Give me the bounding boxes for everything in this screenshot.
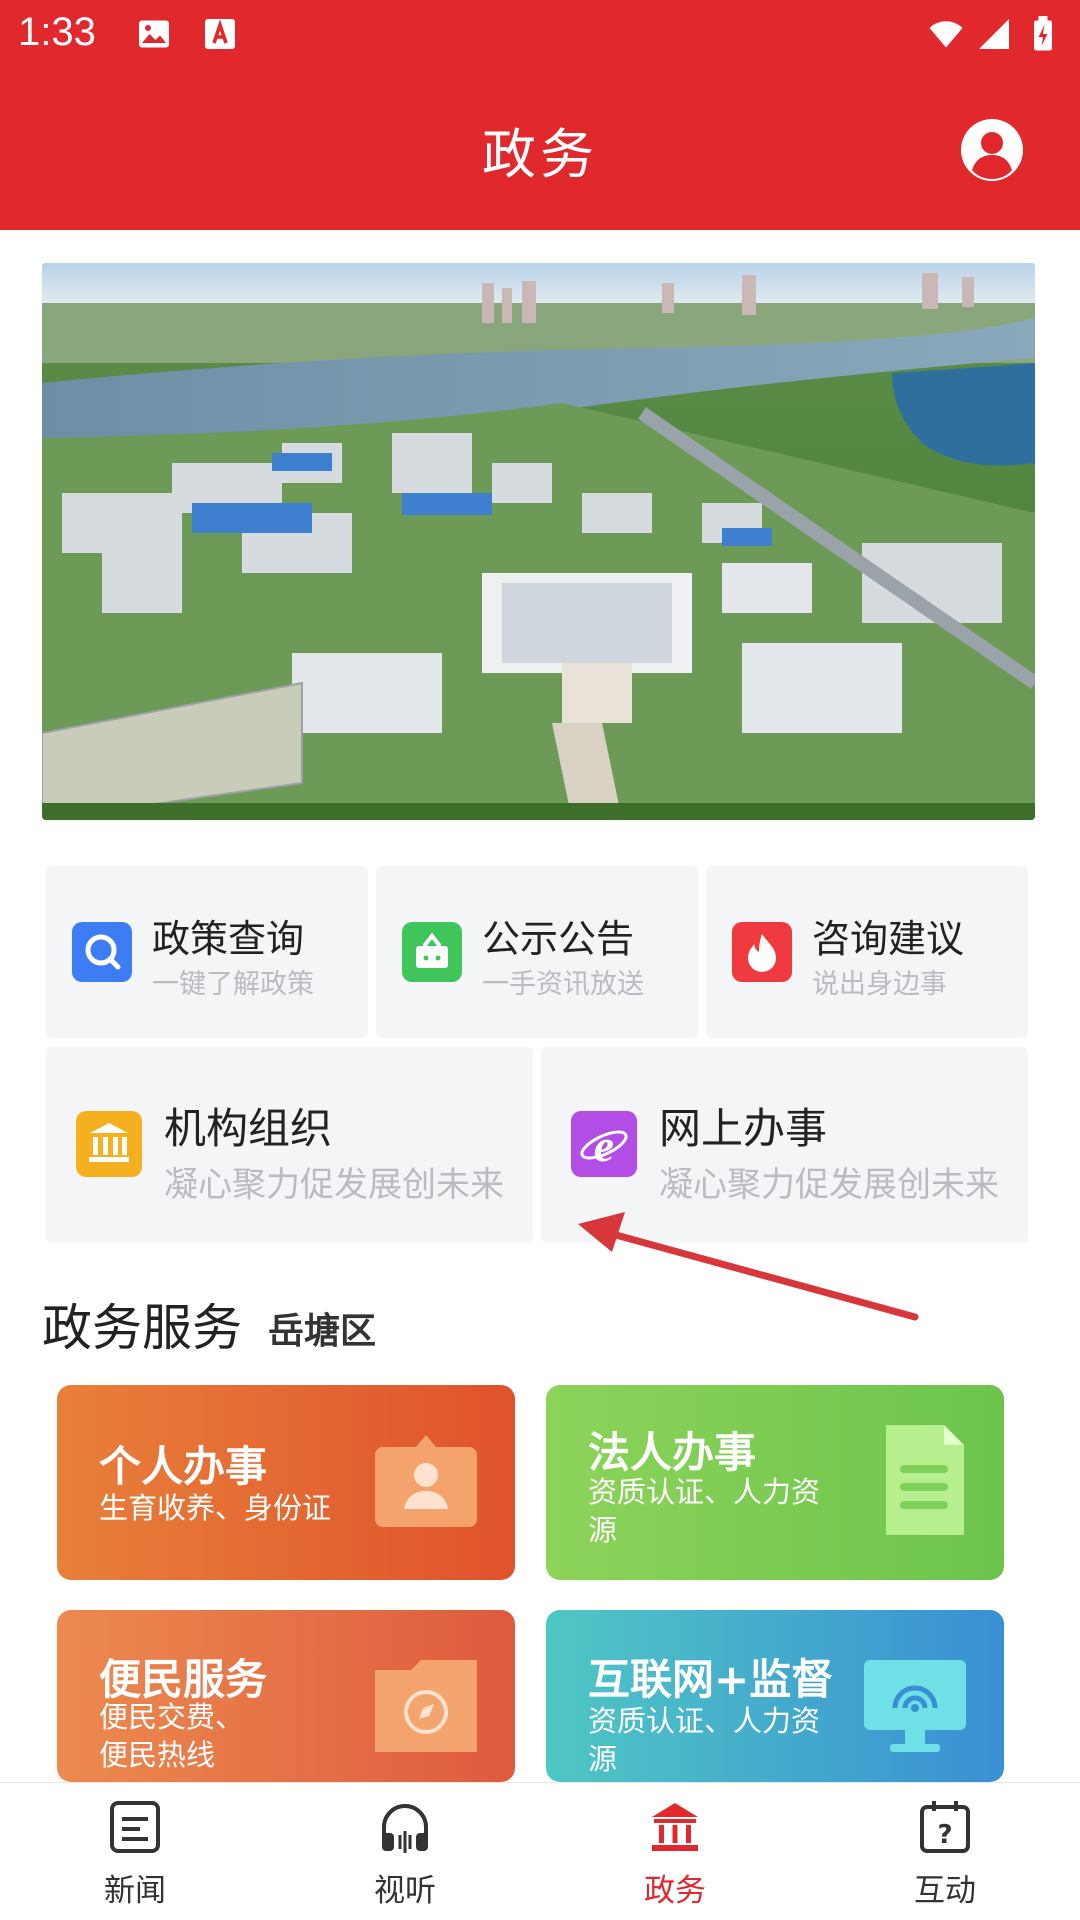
- tab-news[interactable]: 新闻: [35, 1783, 235, 1920]
- aerial-city-photo: [42, 263, 1035, 820]
- quick-link-institutions[interactable]: 机构组织 凝心聚力促发展创未来: [46, 1047, 533, 1243]
- quick-link-title: 政策查询: [152, 917, 305, 961]
- page-title: 政务: [482, 123, 598, 186]
- service-title: 个人办事: [99, 1442, 268, 1491]
- quick-link-subtitle: 一键了解政策: [152, 969, 314, 1000]
- profile-icon[interactable]: [960, 118, 1024, 182]
- quick-link-online-services[interactable]: e 网上办事 凝心聚力促发展创未来: [541, 1047, 1028, 1243]
- service-desc: 生育收养、身份证: [99, 1491, 332, 1525]
- section-title: 政务服务: [42, 1299, 242, 1357]
- document-icon: [886, 1425, 964, 1535]
- district-label[interactable]: 岳塘区: [268, 1302, 376, 1354]
- quick-link-subtitle: 说出身边事: [812, 969, 947, 1000]
- tab-media[interactable]: 视听: [305, 1783, 505, 1920]
- news-icon: [110, 1801, 160, 1853]
- svg-text:?: ?: [937, 1820, 952, 1850]
- status-bar: 1:33: [0, 0, 1080, 74]
- quick-link-policy[interactable]: 政策查询 一键了解政策: [46, 866, 368, 1038]
- calendar-question-icon: ?: [920, 1801, 970, 1853]
- institution-icon: [76, 1111, 142, 1177]
- tab-label: 视听: [374, 1873, 436, 1909]
- quick-link-subtitle: 一手资讯放送: [482, 969, 644, 1000]
- tab-label: 政务: [644, 1873, 706, 1909]
- quick-link-consult[interactable]: 咨询建议 说出身边事: [706, 866, 1028, 1038]
- search-icon: [72, 922, 132, 982]
- headphones-icon: [382, 1804, 428, 1853]
- quick-link-subtitle: 凝心聚力促发展创未来: [659, 1165, 999, 1205]
- image-notification-icon: [139, 20, 169, 48]
- service-card-supervision[interactable]: 互联网+监督 资质认证、人力资源: [546, 1610, 1004, 1782]
- quick-link-title: 网上办事: [659, 1104, 828, 1153]
- wifi-icon: [929, 21, 963, 48]
- flame-icon: [732, 922, 792, 982]
- tab-label: 新闻: [104, 1873, 166, 1909]
- service-card-personal[interactable]: 个人办事 生育收养、身份证: [57, 1385, 515, 1580]
- service-title: 法人办事: [588, 1428, 757, 1477]
- bottom-nav: 新闻 视听 政务 ? 互动: [0, 1782, 1080, 1920]
- signal-icon: [979, 19, 1009, 49]
- status-time: 1:33: [18, 10, 96, 54]
- service-desc: 资质认证、人力资源: [588, 1475, 821, 1547]
- government-icon: [652, 1803, 698, 1851]
- quick-link-announcement[interactable]: 公示公告 一手资讯放送: [376, 866, 698, 1038]
- tab-interaction[interactable]: ? 互动: [845, 1783, 1045, 1920]
- quick-link-title: 咨询建议: [812, 917, 965, 961]
- tab-government[interactable]: 政务: [575, 1783, 775, 1920]
- service-title: 互联网+监督: [588, 1655, 834, 1704]
- quick-link-title: 机构组织: [164, 1104, 333, 1153]
- folder-compass-icon: [375, 1660, 477, 1752]
- bag-icon: [402, 922, 462, 982]
- banner-image[interactable]: [42, 263, 1035, 820]
- id-card-icon: [375, 1435, 477, 1527]
- monitor-icon: [864, 1660, 966, 1752]
- service-card-legal[interactable]: 法人办事 资质认证、人力资源: [546, 1385, 1004, 1580]
- app-header: 1:33 政务: [0, 0, 1080, 230]
- ie-icon: e: [571, 1111, 637, 1177]
- service-desc: 便民交费、便民热线: [99, 1700, 245, 1772]
- svg-text:e: e: [594, 1120, 614, 1171]
- tab-label: 互动: [914, 1873, 976, 1909]
- battery-icon: [1034, 16, 1052, 51]
- service-desc: 资质认证、人力资源: [588, 1704, 821, 1776]
- service-card-convenience[interactable]: 便民服务 便民交费、便民热线: [57, 1610, 515, 1782]
- quick-link-subtitle: 凝心聚力促发展创未来: [164, 1165, 504, 1205]
- quick-link-title: 公示公告: [482, 917, 635, 961]
- text-notification-icon: [205, 19, 235, 49]
